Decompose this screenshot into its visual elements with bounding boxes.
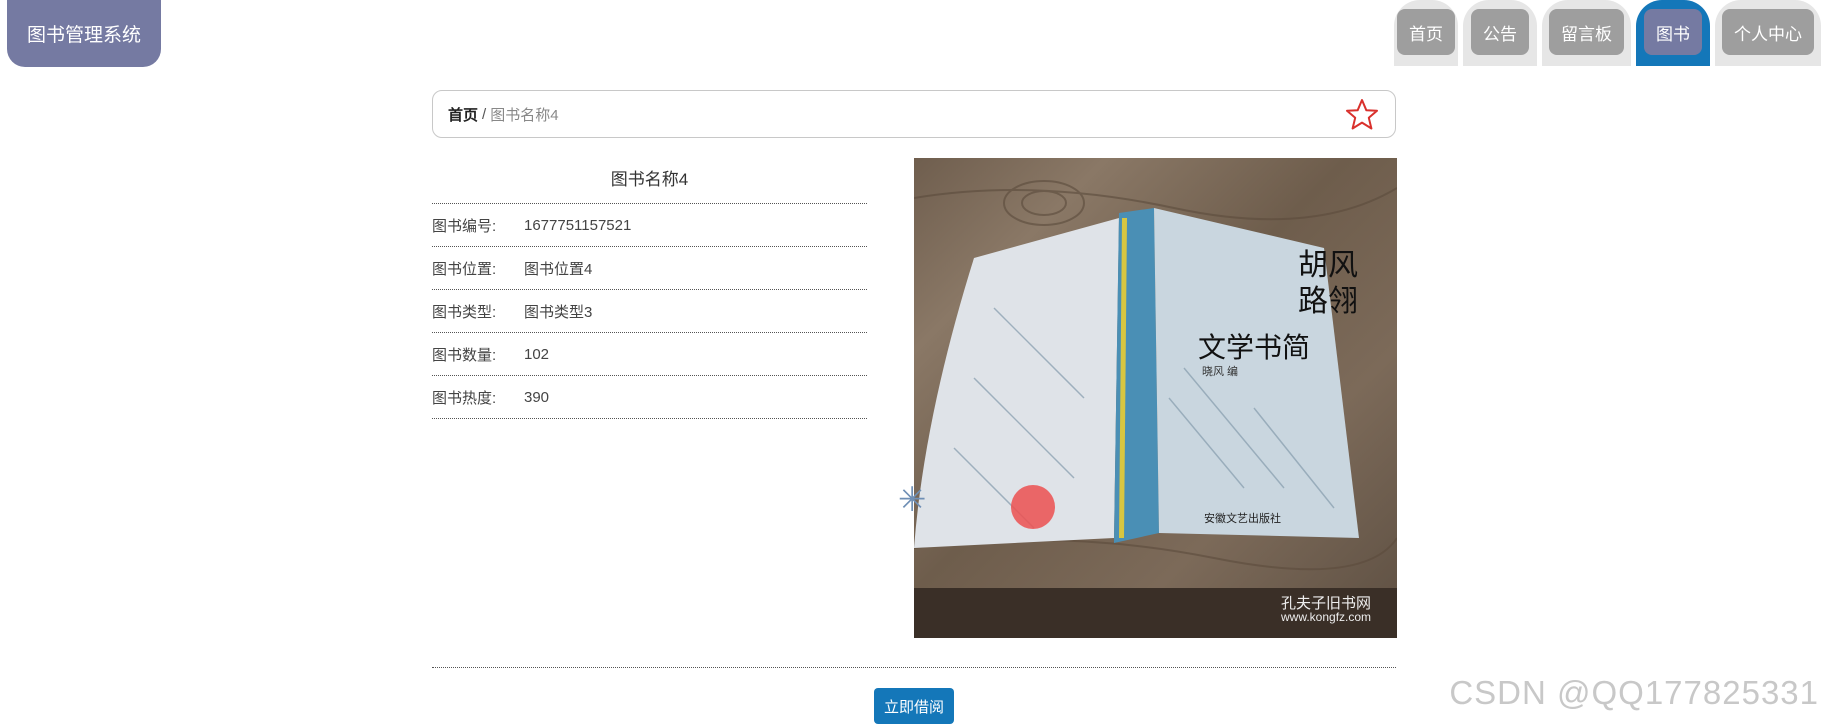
cover-title: 胡风 路翎: [1198, 248, 1358, 320]
info-row-location: 图书位置: 图书位置4: [432, 247, 867, 290]
loading-spinner-icon: ✳: [898, 481, 927, 519]
app-logo: 图书管理系统: [7, 0, 161, 67]
nav-tab-messageboard-label: 留言板: [1549, 9, 1624, 55]
nav-tab-profile[interactable]: 个人中心: [1715, 0, 1821, 66]
nav-tab-home[interactable]: 首页: [1394, 0, 1458, 66]
cover-author: 晓风 编: [1202, 366, 1239, 378]
borrow-button[interactable]: 立即借阅: [874, 688, 954, 724]
field-label: 图书位置:: [432, 260, 497, 278]
book-title: 图书名称4: [432, 160, 867, 204]
image-watermark-url: www.kongfz.com: [1281, 610, 1372, 624]
breadcrumb: 首页 / 图书名称4: [432, 90, 1396, 138]
info-row-type: 图书类型: 图书类型3: [432, 290, 867, 333]
book-cover-image: 胡风 路翎 文学书简 晓风 编 安徽文艺出版社 孔夫子旧书网 www.kongf…: [914, 158, 1397, 638]
nav-tab-profile-label: 个人中心: [1722, 9, 1814, 55]
nav-tab-notice[interactable]: 公告: [1463, 0, 1537, 66]
field-value: 1677751157521: [524, 216, 632, 234]
divider: [432, 667, 1396, 668]
breadcrumb-separator: /: [482, 105, 487, 123]
field-label: 图书数量:: [432, 346, 497, 364]
book-photo-illustration: [914, 180, 1397, 638]
field-value: 图书类型3: [524, 303, 593, 321]
cover-subtitle: 文学书简: [1198, 331, 1311, 364]
star-icon[interactable]: [1345, 98, 1379, 132]
info-row-popularity: 图书热度: 390: [432, 376, 867, 419]
breadcrumb-home-link[interactable]: 首页: [448, 104, 478, 125]
cover-publisher: 安徽文艺出版社: [1204, 513, 1281, 525]
info-row-quantity: 图书数量: 102: [432, 333, 867, 376]
nav-tab-books[interactable]: 图书: [1636, 0, 1710, 66]
field-value: 390: [524, 388, 550, 406]
nav-tab-messageboard[interactable]: 留言板: [1542, 0, 1631, 66]
cover-title-line: 胡风: [1298, 248, 1358, 283]
info-row-id: 图书编号: 1677751157521: [432, 204, 867, 247]
cursor-highlight: [1011, 485, 1055, 529]
breadcrumb-current: 图书名称4: [490, 106, 559, 124]
cover-title-line: 路翎: [1298, 284, 1358, 319]
nav-tab-books-label: 图书: [1644, 9, 1702, 55]
top-nav: 首页 公告 留言板 图书 个人中心: [1394, 0, 1821, 66]
nav-tab-home-label: 首页: [1397, 9, 1455, 55]
field-label: 图书编号:: [432, 217, 497, 235]
nav-tab-notice-label: 公告: [1471, 9, 1529, 55]
field-label: 图书热度:: [432, 389, 497, 407]
field-value: 102: [524, 345, 550, 363]
field-label: 图书类型:: [432, 303, 497, 321]
field-value: 图书位置4: [524, 260, 593, 278]
book-info-panel: 图书名称4 图书编号: 1677751157521 图书位置: 图书位置4 图书…: [432, 160, 867, 419]
csdn-watermark: CSDN @QQ177825331: [1449, 674, 1819, 711]
